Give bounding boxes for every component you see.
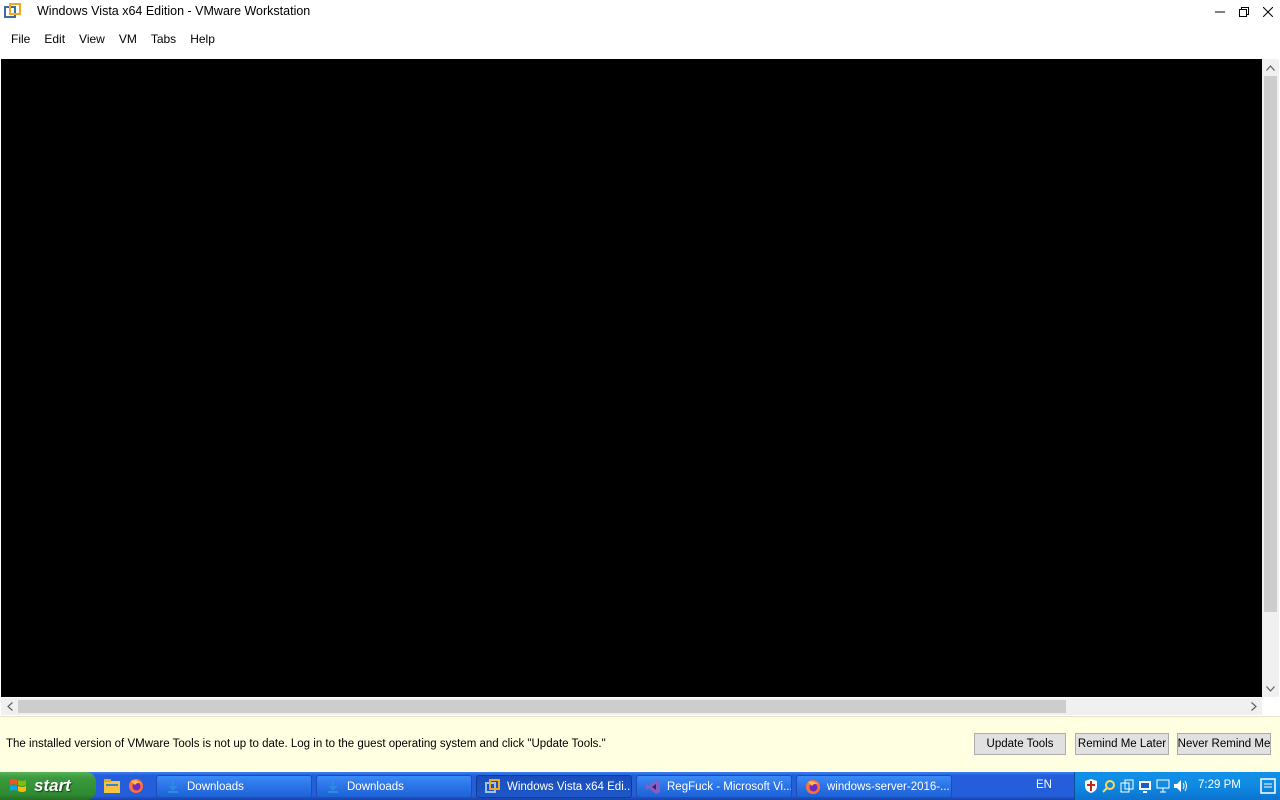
task-manager-icon[interactable] xyxy=(1137,777,1153,795)
security-shield-icon[interactable] xyxy=(1083,777,1099,795)
taskbar-item-firefox[interactable]: windows-server-2016-... xyxy=(796,775,952,798)
menu-file[interactable]: File xyxy=(4,29,37,49)
vm-console-display[interactable] xyxy=(1,59,1262,697)
title-bar: Windows Vista x64 Edition - VMware Works… xyxy=(0,0,1280,24)
start-button[interactable]: start xyxy=(0,772,96,800)
taskbar-item-downloads-1[interactable]: Downloads xyxy=(156,775,312,798)
task-label: Downloads xyxy=(187,780,244,793)
task-label: windows-server-2016-... xyxy=(827,780,950,793)
taskbar-item-vmware[interactable]: Windows Vista x64 Edi... xyxy=(476,775,632,798)
clock[interactable]: 7:29 PM xyxy=(1198,779,1241,791)
firefox-icon[interactable] xyxy=(126,776,146,796)
vertical-scrollbar[interactable] xyxy=(1262,59,1279,697)
language-indicator[interactable]: EN xyxy=(1036,779,1052,791)
scroll-up-button[interactable] xyxy=(1262,59,1279,76)
chevron-right-icon xyxy=(1250,702,1257,711)
minimize-icon xyxy=(1215,11,1225,13)
chevron-down-icon xyxy=(1266,685,1275,692)
menu-help[interactable]: Help xyxy=(183,29,222,49)
menu-edit[interactable]: Edit xyxy=(37,29,72,49)
menu-bar: File Edit View VM Tabs Help xyxy=(0,28,1280,50)
chevron-up-icon xyxy=(1266,64,1275,71)
system-tray: 7:29 PM xyxy=(1074,772,1280,800)
never-remind-me-button[interactable]: Never Remind Me xyxy=(1177,733,1271,755)
menu-vm[interactable]: VM xyxy=(112,29,144,49)
vertical-scroll-thumb[interactable] xyxy=(1264,76,1277,612)
vmware-tools-notification: The installed version of VMware Tools is… xyxy=(0,716,1280,772)
firefox-icon xyxy=(805,779,821,795)
quick-launch xyxy=(102,776,146,796)
restore-icon xyxy=(1239,7,1249,17)
vmware-window: Windows Vista x64 Edition - VMware Works… xyxy=(0,0,1280,772)
horizontal-scrollbar[interactable] xyxy=(1,698,1262,715)
chevron-left-icon xyxy=(6,702,13,711)
horizontal-scroll-thumb[interactable] xyxy=(18,700,1066,713)
file-explorer-icon[interactable] xyxy=(102,776,122,796)
scroll-down-button[interactable] xyxy=(1262,680,1279,697)
remind-me-later-button[interactable]: Remind Me Later xyxy=(1075,733,1169,755)
search-icon[interactable] xyxy=(1101,777,1117,795)
download-folder-icon xyxy=(165,779,181,795)
visual-studio-icon xyxy=(645,779,661,795)
notification-center-icon[interactable] xyxy=(1259,777,1277,795)
taskbar: start Downloads Downloads Windows Vista … xyxy=(0,772,1280,800)
download-folder-icon xyxy=(325,779,341,795)
taskbar-item-downloads-2[interactable]: Downloads xyxy=(316,775,472,798)
volume-icon[interactable] xyxy=(1173,777,1189,795)
network-icon[interactable] xyxy=(1155,777,1171,795)
menu-view[interactable]: View xyxy=(72,29,112,49)
close-icon xyxy=(1263,7,1273,17)
windows-logo-icon xyxy=(10,779,26,792)
close-button[interactable] xyxy=(1256,0,1280,24)
notification-message: The installed version of VMware Tools is… xyxy=(6,738,606,750)
window-title: Windows Vista x64 Edition - VMware Works… xyxy=(37,4,311,18)
minimize-button[interactable] xyxy=(1208,0,1232,24)
vmware-icon xyxy=(485,778,501,795)
window-switch-icon[interactable] xyxy=(1119,777,1135,795)
scroll-right-button[interactable] xyxy=(1245,698,1262,715)
vmware-app-icon[interactable] xyxy=(4,3,21,20)
start-label: start xyxy=(34,776,71,795)
menu-tabs[interactable]: Tabs xyxy=(144,29,183,49)
update-tools-button[interactable]: Update Tools xyxy=(974,733,1066,755)
restore-button[interactable] xyxy=(1232,0,1256,24)
task-label: Downloads xyxy=(347,780,404,793)
scroll-left-button[interactable] xyxy=(1,698,18,715)
taskbar-item-visual-studio[interactable]: RegFuck - Microsoft Vi... xyxy=(636,775,792,798)
task-label: RegFuck - Microsoft Vi... xyxy=(667,780,791,793)
task-label: Windows Vista x64 Edi... xyxy=(507,780,631,793)
